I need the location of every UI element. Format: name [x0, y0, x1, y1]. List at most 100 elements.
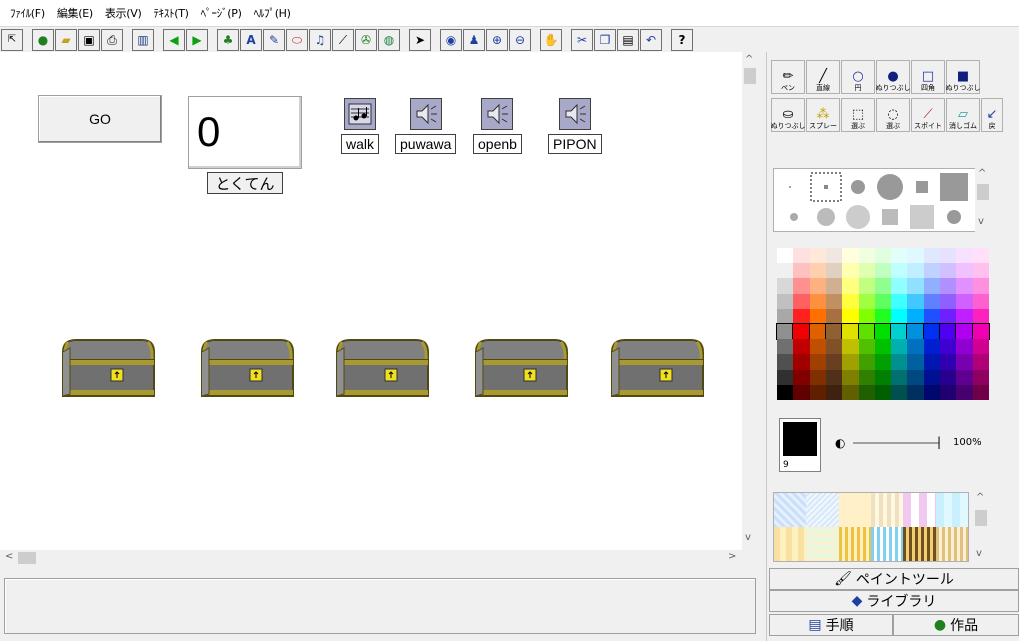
brush-size-option[interactable] [846, 205, 870, 229]
chevron-down-icon[interactable]: v [978, 216, 984, 227]
preview-button[interactable]: ◉ [440, 28, 462, 51]
help-button[interactable]: ? [671, 28, 693, 51]
chevron-down-icon[interactable]: v [976, 548, 982, 559]
menu-text[interactable]: ﾃｷｽﾄ(T) [147, 5, 194, 21]
treasure-chest[interactable] [609, 338, 705, 398]
tab-procedure[interactable]: ▤ 手順 [769, 614, 893, 636]
undo-button[interactable]: ↶ [640, 28, 662, 51]
pattern-scrollbar[interactable]: ^ v [973, 492, 989, 562]
print-button[interactable]: ⎙ [101, 28, 123, 51]
vertical-scroll-thumb[interactable] [744, 68, 756, 84]
tab-works[interactable]: ● 作品 [893, 614, 1019, 636]
color-palette[interactable] [775, 248, 991, 400]
menu-edit[interactable]: 編集(E) [51, 5, 99, 21]
contrast-icon: ◐ [835, 436, 846, 450]
brush-size-option[interactable] [947, 210, 961, 224]
treasure-chest[interactable] [199, 338, 295, 398]
sound-object-pipon[interactable]: PIPON [548, 98, 602, 154]
select-arrow-button[interactable]: ➤ [409, 28, 431, 51]
chevron-right-icon[interactable]: > [728, 551, 736, 562]
tool-rect-select[interactable]: ⬚ 選ぶ [841, 98, 875, 132]
message-area[interactable] [4, 578, 756, 634]
sound-object-walk[interactable]: walk [341, 98, 380, 154]
new-button[interactable]: ● [32, 28, 54, 51]
movie-button[interactable]: ✇ [355, 28, 377, 51]
next-page-button[interactable]: ▶ [186, 28, 208, 51]
brush-scroll-thumb[interactable] [977, 184, 989, 200]
canvas-vertical-scrollbar[interactable]: ^ v [742, 52, 758, 550]
stop-button[interactable]: ✋ [540, 28, 562, 51]
sound-object-openb[interactable]: openb [473, 98, 522, 154]
tool-filled-circle[interactable]: ● ぬりつぶし [875, 60, 911, 94]
toolbar: ⇱ ● ▰ ▣ ⎙ ▥ ◀ ▶ ♣ A ✎ ⬭ ♫ ⟋ ✇ ◍ ➤ ◉ ♟ ⊕ … [0, 26, 1019, 52]
sound-button[interactable]: ♫ [309, 28, 331, 51]
menu-page[interactable]: ﾍﾟｰｼﾞ(P) [195, 5, 248, 21]
tool-spray[interactable]: ⁂ スプレー [806, 98, 840, 132]
opacity-slider-handle[interactable]: | [937, 435, 941, 449]
chevron-down-icon[interactable]: v [745, 532, 751, 543]
tool-pen[interactable]: ✏ ペン [771, 60, 805, 94]
brush-size-option[interactable] [851, 180, 865, 194]
small-arrow-icon: ⇱ [7, 33, 17, 45]
stage-canvas[interactable]: GO 0 とくてん walk puwawa openb PIPON [0, 52, 742, 550]
undo-arrow-icon: ↙ [986, 106, 998, 122]
brush-size-option[interactable] [940, 173, 968, 201]
pattern-scroll-thumb[interactable] [975, 510, 987, 526]
open-button[interactable]: ▰ [55, 28, 77, 51]
go-button[interactable]: GO [38, 95, 162, 143]
chevron-up-icon[interactable]: ^ [745, 54, 753, 65]
paste-button[interactable]: ▤ [617, 28, 639, 51]
tool-filled-rectangle[interactable]: ■ ぬりつぶし [945, 60, 981, 94]
save-button[interactable]: ▣ [78, 28, 100, 51]
brush-size-option[interactable] [789, 186, 791, 188]
tool-lasso-select[interactable]: ◌ 選ぶ [876, 98, 910, 132]
text-button[interactable]: A [240, 28, 262, 51]
brush-size-option[interactable] [916, 181, 928, 193]
tool-label: 消しゴム [949, 122, 977, 130]
tool-line[interactable]: ╱ 直線 [806, 60, 840, 94]
selected-color-swatch[interactable]: 9 [779, 418, 821, 472]
tool-circle[interactable]: ○ 円 [841, 60, 875, 94]
tab-paint-tool[interactable]: 🖌 ペイントツール [769, 568, 1019, 590]
brush-size-option[interactable] [877, 174, 903, 200]
horizontal-scroll-thumb[interactable] [18, 552, 36, 564]
menu-view[interactable]: 表示(V) [99, 5, 148, 21]
wand-button[interactable]: ⟋ [332, 28, 354, 51]
treasure-chest[interactable] [334, 338, 430, 398]
chevron-left-icon[interactable]: < [5, 551, 13, 562]
canvas-horizontal-scrollbar[interactable]: < > [0, 550, 742, 566]
tool-rectangle[interactable]: □ 四角 [911, 60, 945, 94]
sound-object-puwawa[interactable]: puwawa [395, 98, 457, 154]
brush-scrollbar[interactable]: ^ v [975, 168, 991, 232]
tool-fill[interactable]: ⛀ ぬりつぶし [770, 98, 806, 132]
pen-button[interactable]: ✎ [263, 28, 285, 51]
zoom-in-button[interactable]: ⊕ [486, 28, 508, 51]
menu-help[interactable]: ﾍﾙﾌﾟ(H) [248, 5, 297, 21]
button-tool-button[interactable]: ⬭ [286, 28, 308, 51]
chevron-up-icon[interactable]: ^ [978, 168, 986, 179]
page-list-button[interactable]: ▥ [132, 28, 154, 51]
tool-undo[interactable]: ↙ 戻 [981, 98, 1003, 132]
opacity-slider[interactable] [853, 442, 939, 444]
brush-size-option[interactable] [790, 213, 798, 221]
tool-eyedropper[interactable]: ⟋ スポイト [911, 98, 945, 132]
program-button[interactable]: ◍ [378, 28, 400, 51]
brush-size-option[interactable] [882, 209, 898, 225]
copy-button[interactable]: ❐ [594, 28, 616, 51]
pattern-panel[interactable] [773, 492, 969, 562]
brush-size-option[interactable] [910, 205, 934, 229]
tool-label: 円 [854, 84, 862, 92]
zoom-out-button[interactable]: ⊖ [509, 28, 531, 51]
cut-button[interactable]: ✂ [571, 28, 593, 51]
prev-page-button[interactable]: ◀ [163, 28, 185, 51]
tool-eraser[interactable]: ▱ 消しゴム [946, 98, 980, 132]
character-button[interactable]: ♣ [217, 28, 239, 51]
treasure-chest[interactable] [60, 338, 156, 398]
tab-library[interactable]: ◆ ライブラリ [769, 590, 1019, 612]
brush-size-option[interactable] [817, 208, 835, 226]
cursor-small-button[interactable]: ⇱ [1, 28, 23, 51]
menu-file[interactable]: ﾌｧｲﾙ(F) [4, 5, 51, 21]
stamp-button[interactable]: ♟ [463, 28, 485, 51]
treasure-chest[interactable] [473, 338, 569, 398]
chevron-up-icon[interactable]: ^ [976, 492, 984, 503]
